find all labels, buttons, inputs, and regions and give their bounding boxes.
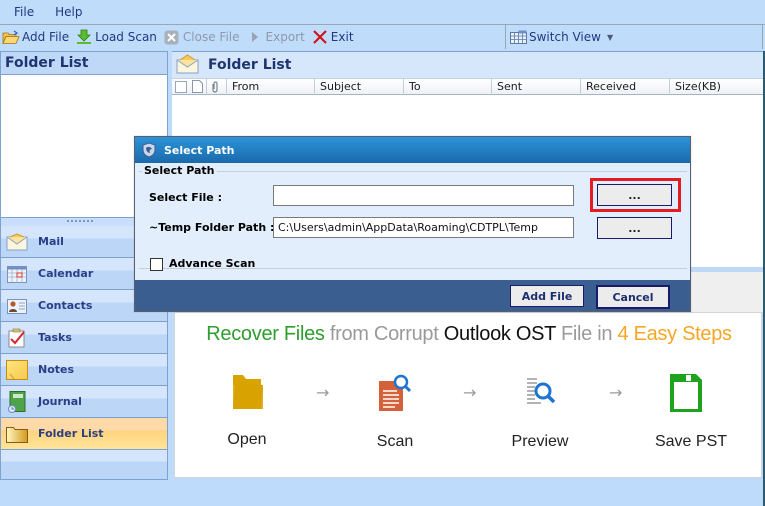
export-label: Export: [265, 30, 305, 44]
step-scan: Scan: [376, 433, 414, 450]
arrow-icon: →: [316, 383, 330, 402]
select-file-label: Select File :: [149, 191, 222, 204]
grid-view-icon: [509, 29, 527, 45]
column-received[interactable]: Received: [580, 78, 669, 95]
menu-file[interactable]: File: [14, 5, 34, 19]
exit-button[interactable]: Exit: [309, 26, 358, 48]
calendar-icon: [6, 263, 28, 285]
select-file-input[interactable]: [273, 185, 574, 206]
message-grid-header: From Subject To Sent Received Size(KB): [172, 78, 764, 95]
column-sent[interactable]: Sent: [491, 78, 580, 95]
dialog-title: Select Path: [164, 143, 235, 157]
nav-label: Calendar: [38, 267, 94, 280]
toolbar-separator: [505, 25, 506, 49]
left-panel-title: Folder List: [0, 51, 168, 75]
right-panel-header: Folder List: [172, 51, 765, 78]
column-subject[interactable]: Subject: [314, 78, 403, 95]
menu-help[interactable]: Help: [55, 5, 82, 19]
select-all-checkbox[interactable]: [172, 78, 190, 95]
promo-banner: Recover Files from Corrupt Outlook OST F…: [174, 312, 762, 478]
column-from[interactable]: From: [226, 78, 314, 95]
tasks-icon: [6, 327, 28, 349]
nav-label: Mail: [38, 235, 64, 248]
menu-bar: File Help: [0, 0, 765, 24]
toolbar-separator: [762, 25, 763, 49]
nav-label: Journal: [38, 395, 82, 408]
temp-folder-label: ~Temp Folder Path :: [149, 221, 275, 234]
browse-file-button[interactable]: ...: [597, 184, 672, 206]
load-scan-button[interactable]: Load Scan: [73, 26, 161, 48]
open-folder-icon: [2, 29, 20, 45]
dropdown-caret-icon: ▼: [606, 32, 614, 42]
column-to[interactable]: To: [403, 78, 491, 95]
mail-envelope-icon: [176, 54, 200, 76]
add-file-dialog-button[interactable]: Add File: [510, 285, 584, 307]
save-floppy-icon: [669, 373, 703, 416]
close-file-icon: [163, 29, 181, 45]
mail-icon: [6, 231, 28, 253]
dialog-title-bar[interactable]: Select Path: [135, 137, 690, 163]
load-scan-label: Load Scan: [95, 30, 157, 44]
download-icon: [75, 29, 93, 45]
advance-scan-label[interactable]: Advance Scan: [169, 257, 255, 270]
nav-label: Notes: [38, 363, 75, 376]
play-arrow-icon: [246, 29, 264, 45]
step-preview: Preview: [511, 433, 569, 450]
step-open: Open: [227, 431, 267, 448]
notes-icon: [6, 359, 28, 381]
contacts-icon: [6, 295, 28, 317]
nav-item-journal[interactable]: Journal: [0, 386, 168, 418]
column-size[interactable]: Size(KB): [669, 78, 764, 95]
switch-view-button[interactable]: Switch View ▼: [507, 26, 617, 48]
nav-item-notes[interactable]: Notes: [0, 354, 168, 386]
splitter-grip: [67, 220, 95, 222]
add-file-button[interactable]: Add File: [0, 26, 73, 48]
promo-title: Recover Files from Corrupt Outlook OST F…: [206, 323, 732, 345]
nav-empty-slot: [0, 450, 168, 480]
right-panel-title: Folder List: [208, 57, 292, 73]
nav-label: Folder List: [38, 427, 104, 440]
temp-folder-input[interactable]: [273, 217, 574, 238]
scan-document-icon: [377, 373, 413, 416]
cancel-button[interactable]: Cancel: [596, 285, 670, 309]
exit-x-icon: [311, 29, 329, 45]
document-icon: [190, 78, 206, 95]
attachment-icon: [206, 78, 226, 95]
step-save-pst: Save PST: [654, 433, 728, 450]
nav-item-tasks[interactable]: Tasks: [0, 322, 168, 354]
nav-item-folder-list[interactable]: Folder List: [0, 418, 168, 450]
toolbar: Add File Load Scan Close File Export Exi…: [0, 24, 765, 49]
nav-label: Contacts: [38, 299, 93, 312]
arrow-icon: →: [609, 383, 623, 402]
advance-scan-checkbox[interactable]: [150, 258, 163, 271]
nav-label: Tasks: [38, 331, 72, 344]
select-path-dialog: Select Path Select Path Select File : ..…: [134, 136, 691, 312]
switch-view-label: Switch View: [529, 30, 601, 44]
exit-label: Exit: [330, 30, 354, 44]
close-file-button[interactable]: Close File: [161, 26, 244, 48]
app-shield-icon: [141, 142, 157, 158]
dialog-footer: Add File Cancel: [135, 280, 690, 311]
export-button[interactable]: Export: [244, 26, 309, 48]
arrow-icon: →: [463, 383, 477, 402]
group-label: Select Path: [142, 164, 217, 177]
add-file-label: Add File: [22, 30, 70, 44]
browse-temp-folder-button[interactable]: ...: [597, 217, 672, 239]
folder-icon: [6, 423, 28, 445]
preview-search-icon: [525, 377, 557, 414]
close-file-label: Close File: [182, 30, 240, 44]
open-folder-step-icon: [231, 373, 265, 414]
journal-icon: [6, 390, 28, 413]
